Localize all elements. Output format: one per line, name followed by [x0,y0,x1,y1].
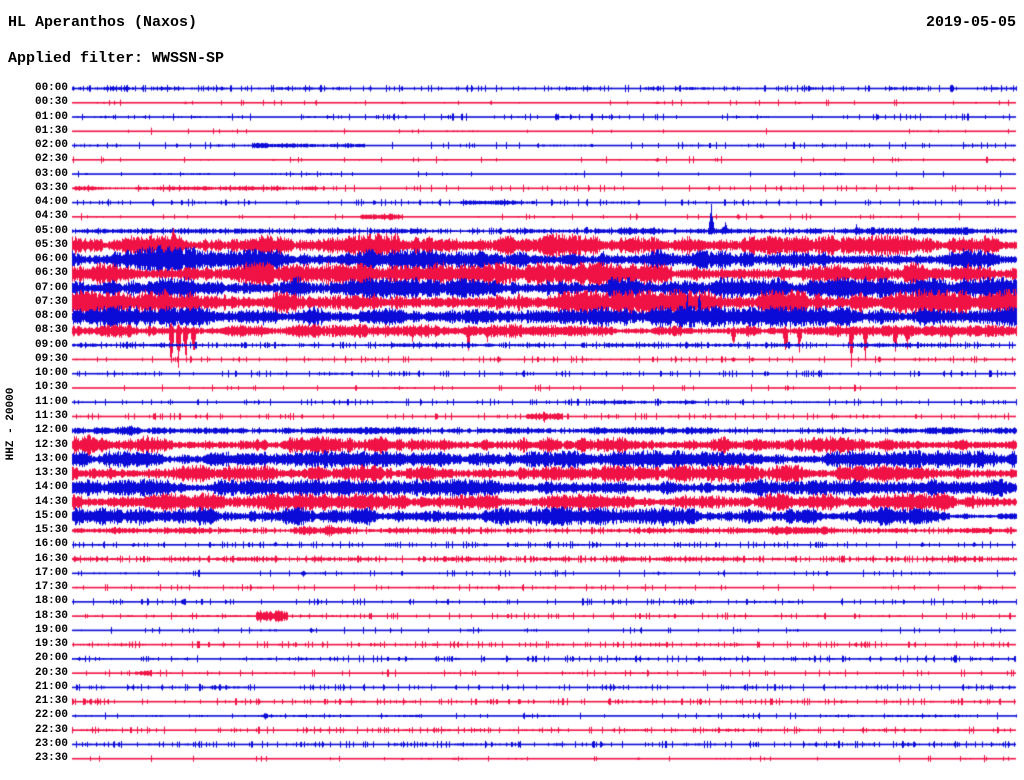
helicorder-canvas [0,0,1024,780]
helicorder-page: HL Aperanthos (Naxos) 2019-05-05 Applied… [0,0,1024,780]
